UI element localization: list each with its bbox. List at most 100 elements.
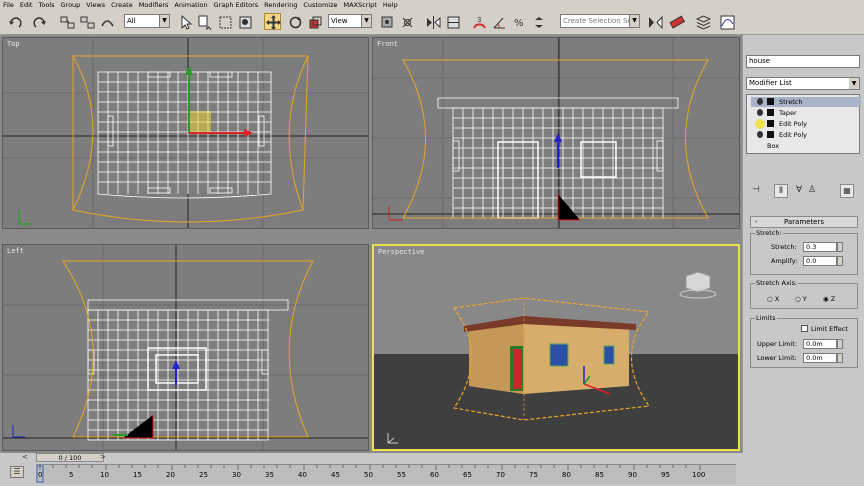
axis-z-radio[interactable]: ◉ Z <box>823 295 835 303</box>
window-crossing-button[interactable] <box>236 13 253 30</box>
tick-label: 20 <box>166 471 175 479</box>
select-object-button[interactable] <box>176 13 193 30</box>
stack-item-box[interactable]: Box <box>751 141 861 151</box>
bind-space-warp-icon[interactable] <box>98 13 115 30</box>
percent-snap-icon[interactable]: % <box>510 13 527 30</box>
tick-label: 60 <box>430 471 439 479</box>
left-view-drawing <box>3 245 368 450</box>
spinner-arrows-icon[interactable] <box>837 242 843 252</box>
tick-label: 10 <box>100 471 109 479</box>
light-bulb-icon[interactable] <box>755 119 765 129</box>
viewport-label-perspective[interactable]: Perspective <box>378 248 424 256</box>
tick-label: 65 <box>463 471 472 479</box>
expand-icon[interactable] <box>767 120 774 127</box>
pin-stack-icon[interactable]: ⊣ <box>752 185 764 197</box>
selection-filter-dropdown[interactable]: All ▼ <box>124 14 170 28</box>
named-selection-sets-dropdown[interactable]: Create Selection Se ▼ <box>560 14 640 28</box>
light-bulb-icon[interactable] <box>757 98 763 105</box>
snaps-toggle-icon[interactable]: 3 <box>470 13 487 30</box>
parameters-rollout-header[interactable]: - Parameters <box>750 216 858 228</box>
axis-x-radio[interactable]: ○ X <box>767 295 779 303</box>
amplify-spinner[interactable]: 0.0 <box>803 256 843 266</box>
select-and-rotate-button[interactable] <box>286 13 303 30</box>
viewport-top[interactable]: Top <box>2 37 369 229</box>
angle-snap-icon[interactable] <box>490 13 507 30</box>
limit-effect-checkbox[interactable] <box>801 325 808 332</box>
menu-create[interactable]: Create <box>108 0 136 10</box>
menu-file[interactable]: File <box>0 0 17 10</box>
light-bulb-icon[interactable] <box>757 131 763 138</box>
stack-item-edit-poly-1[interactable]: Edit Poly <box>751 119 861 129</box>
undo-button[interactable] <box>6 13 23 30</box>
viewport-label-left[interactable]: Left <box>7 247 24 255</box>
spinner-snap-icon[interactable] <box>530 13 547 30</box>
menu-rendering[interactable]: Rendering <box>261 0 300 10</box>
expand-icon[interactable] <box>767 131 774 138</box>
viewport-perspective[interactable]: Perspective <box>372 244 740 451</box>
next-frame-icon[interactable]: > <box>100 453 106 461</box>
track-bar-toggle-icon[interactable]: ☰ <box>10 466 24 478</box>
track-bar[interactable]: 0 5 10 15 20 25 30 35 40 45 50 55 60 65 … <box>36 464 736 484</box>
configure-modifier-sets-icon[interactable]: ▦ <box>840 184 854 198</box>
axis-y-radio[interactable]: ○ Y <box>795 295 807 303</box>
spinner-arrows-icon[interactable] <box>837 256 843 266</box>
reference-coordinate-dropdown[interactable]: View ▼ <box>328 14 372 28</box>
menu-edit[interactable]: Edit <box>17 0 36 10</box>
viewport-label-front[interactable]: Front <box>377 40 398 48</box>
make-unique-icon[interactable]: ∀ <box>796 185 802 195</box>
align-icon[interactable] <box>444 13 461 30</box>
unlink-icon[interactable] <box>78 13 95 30</box>
menu-tools[interactable]: Tools <box>35 0 57 10</box>
mirror-icon[interactable] <box>424 13 441 30</box>
layer-manager-icon[interactable] <box>694 13 712 30</box>
select-link-icon[interactable] <box>58 13 75 30</box>
viewport-left[interactable]: Left <box>2 244 369 451</box>
chevron-down-icon: ▼ <box>361 15 371 27</box>
menu-maxscript[interactable]: MAXScript <box>341 0 380 10</box>
menu-bar: File Edit Tools Group Views Create Modifiers An… <box>0 0 864 10</box>
stack-item-stretch[interactable]: Stretch <box>751 97 861 107</box>
menu-animation[interactable]: Animation <box>171 0 210 10</box>
align-tool-icon[interactable] <box>668 13 686 30</box>
tick-label: 75 <box>529 471 538 479</box>
stack-item-edit-poly-2[interactable]: Edit Poly <box>751 130 861 140</box>
object-name-field[interactable]: house <box>746 55 860 68</box>
modifier-list-dropdown[interactable]: Modifier List ▼ <box>746 77 860 90</box>
redo-button[interactable] <box>30 13 47 30</box>
menu-graph-editors[interactable]: Graph Editors <box>211 0 262 10</box>
time-slider[interactable]: 0 / 100 <box>36 453 104 462</box>
menu-help[interactable]: Help <box>380 0 401 10</box>
selection-region-button[interactable] <box>216 13 233 30</box>
spinner-arrows-icon[interactable] <box>837 339 843 349</box>
lower-limit-spinner[interactable]: 0.0m <box>803 353 843 363</box>
viewport-front[interactable]: Front <box>372 37 740 229</box>
select-and-scale-button[interactable] <box>306 13 323 30</box>
command-panel: house Modifier List ▼ Stretch Taper Edit … <box>742 35 864 453</box>
collapse-icon: - <box>755 218 758 226</box>
menu-modifiers[interactable]: Modifiers <box>136 0 172 10</box>
tick-label: 5 <box>69 471 74 479</box>
stretch-spinner[interactable]: 0.3 <box>803 242 843 252</box>
upper-limit-spinner[interactable]: 0.0m <box>803 339 843 349</box>
use-pivot-center-icon[interactable] <box>378 13 395 30</box>
light-bulb-icon[interactable] <box>757 109 763 116</box>
stack-item-taper[interactable]: Taper <box>751 108 861 118</box>
tick-label: 35 <box>265 471 274 479</box>
expand-icon[interactable] <box>767 109 774 116</box>
viewport-label-top[interactable]: Top <box>7 40 20 48</box>
expand-icon[interactable] <box>767 98 774 105</box>
tick-label: 30 <box>232 471 241 479</box>
mirror-tool-icon[interactable] <box>646 13 663 30</box>
remove-modifier-icon[interactable]: ♙ <box>808 185 816 195</box>
tick-label: 55 <box>397 471 406 479</box>
select-and-move-button[interactable] <box>264 13 281 30</box>
select-manipulate-icon[interactable] <box>398 13 415 30</box>
menu-customize[interactable]: Customize <box>300 0 340 10</box>
curve-editor-icon[interactable] <box>718 13 735 30</box>
show-end-result-icon[interactable]: Ⅱ <box>774 184 788 198</box>
menu-group[interactable]: Group <box>58 0 84 10</box>
select-by-name-button[interactable] <box>196 13 213 31</box>
spinner-arrows-icon[interactable] <box>837 353 843 363</box>
menu-views[interactable]: Views <box>83 0 108 10</box>
prev-frame-icon[interactable]: < <box>22 453 28 461</box>
